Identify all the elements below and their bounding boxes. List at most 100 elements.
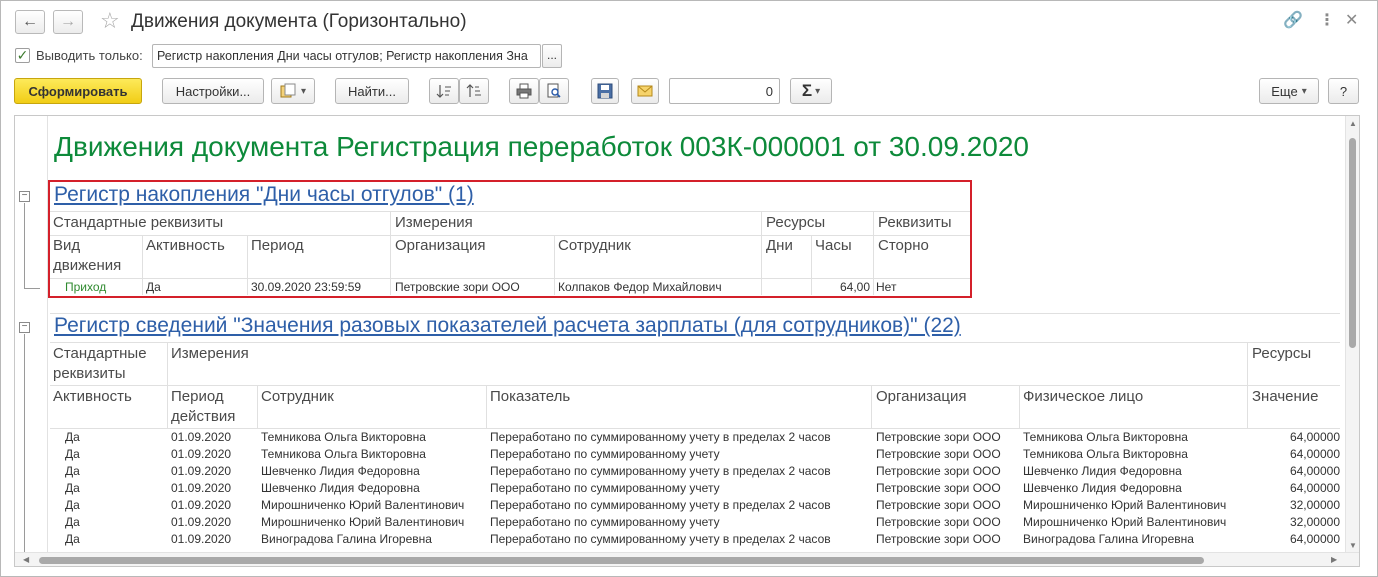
sort-ascending-icon xyxy=(436,85,451,98)
collapse-section-2-icon[interactable]: − xyxy=(19,322,30,333)
column-header: Значение xyxy=(1252,388,1319,405)
horizontal-scrollbar[interactable]: ◀ ▶ xyxy=(15,552,1359,566)
grid-line xyxy=(873,235,874,295)
grid-line xyxy=(50,211,970,212)
sum-field[interactable]: 0 xyxy=(669,78,780,104)
table-cell: Мирошниченко Юрий Валентинович xyxy=(261,498,465,512)
print-button[interactable] xyxy=(509,78,539,104)
chevron-down-icon: ▾ xyxy=(1301,85,1307,97)
column-header: Вид xyxy=(53,237,81,254)
table-cell: 64,00000 xyxy=(1289,447,1340,461)
help-button[interactable]: ? xyxy=(1328,78,1359,104)
column-header: действия xyxy=(171,408,236,425)
floppy-disk-icon xyxy=(597,83,613,99)
table-cell: 01.09.2020 xyxy=(171,498,232,512)
sigma-icon: Σ xyxy=(801,81,813,100)
table-cell: Приход xyxy=(65,280,107,294)
table-cell: Петровские зори ООО xyxy=(876,498,1001,512)
vertical-scrollbar[interactable]: ▲ ▼ xyxy=(1345,116,1359,566)
chevron-down-icon: ▾ xyxy=(300,85,307,97)
table-cell: Петровские зори ООО xyxy=(876,515,1001,529)
report-sheet[interactable]: − − Движения документа Регистрация перер… xyxy=(14,115,1360,567)
table-cell: Петровские зори ООО xyxy=(395,280,520,294)
collapse-section-1-icon[interactable]: − xyxy=(19,191,30,202)
table-cell: Мирошниченко Юрий Валентинович xyxy=(1023,515,1227,529)
table-cell: Петровские зори ООО xyxy=(876,481,1001,495)
section-1-title[interactable]: Регистр накопления "Дни часы отгулов" (1… xyxy=(54,183,474,207)
link-icon[interactable]: 🔗 xyxy=(1283,11,1303,31)
table-cell: Шевченко Лидия Федоровна xyxy=(261,464,420,478)
column-header: Организация xyxy=(876,388,967,405)
star-icon[interactable]: ☆ xyxy=(100,9,120,33)
grid-line xyxy=(761,211,762,235)
horizontal-scroll-thumb[interactable] xyxy=(39,557,1204,564)
arrow-right-icon: → xyxy=(60,13,76,30)
table-cell: 01.09.2020 xyxy=(171,481,232,495)
table-cell: Переработано по суммированному учету xyxy=(490,515,720,529)
scroll-down-icon[interactable]: ▼ xyxy=(1349,541,1357,550)
grid-line xyxy=(390,211,391,235)
scroll-left-icon[interactable]: ◀ xyxy=(23,555,29,564)
table-cell: Да xyxy=(65,498,80,512)
sort-descending-icon xyxy=(466,84,481,97)
sum-dropdown-button[interactable]: Σ ▾ xyxy=(790,78,832,104)
vertical-scroll-thumb[interactable] xyxy=(1349,138,1356,348)
table-cell: Мирошниченко Юрий Валентинович xyxy=(1023,498,1227,512)
table-cell: Петровские зори ООО xyxy=(876,447,1001,461)
table-cell: 64,00000 xyxy=(1289,430,1340,444)
table-cell: Да xyxy=(65,515,80,529)
more-button[interactable]: Еще ▾ xyxy=(1259,78,1319,104)
envelope-icon xyxy=(637,85,653,97)
variant-dropdown-button[interactable]: ▾ xyxy=(271,78,315,104)
find-button[interactable]: Найти... xyxy=(335,78,409,104)
window-title: Движения документа (Горизонтально) xyxy=(131,11,467,32)
generate-button[interactable]: Сформировать xyxy=(14,78,142,104)
grid-line xyxy=(873,211,874,235)
group-line-end xyxy=(24,288,40,289)
column-header: Сотрудник xyxy=(558,237,631,254)
column-header: Организация xyxy=(395,237,486,254)
print-preview-icon xyxy=(547,83,561,98)
more-button-label: Еще xyxy=(1271,83,1298,99)
table-cell: Да xyxy=(146,280,161,294)
grid-line xyxy=(554,235,555,295)
select-registers-button[interactable]: ... xyxy=(542,44,562,68)
forward-button[interactable]: → xyxy=(53,10,83,34)
scroll-up-icon[interactable]: ▲ xyxy=(1349,119,1357,128)
table-cell: Петровские зори ООО xyxy=(876,464,1001,478)
send-email-button[interactable] xyxy=(631,78,659,104)
table-cell: 01.09.2020 xyxy=(171,515,232,529)
settings-button[interactable]: Настройки... xyxy=(162,78,264,104)
table-cell: Темникова Ольга Викторовна xyxy=(261,447,426,461)
table-cell: Шевченко Лидия Федоровна xyxy=(261,481,420,495)
table-cell: 01.09.2020 xyxy=(171,430,232,444)
more-icon[interactable]: ⋮ xyxy=(1319,11,1335,31)
printer-icon xyxy=(516,83,532,99)
grid-line xyxy=(50,342,1340,343)
table-cell: Мирошниченко Юрий Валентинович xyxy=(261,515,465,529)
close-icon[interactable]: ✕ xyxy=(1345,11,1358,31)
table-cell: Переработано по суммированному учету в п… xyxy=(490,464,831,478)
column-header: Активность xyxy=(146,237,225,254)
column-header: Период xyxy=(171,388,224,405)
table-cell: Переработано по суммированному учету xyxy=(490,481,720,495)
output-only-checkbox[interactable]: ✓ xyxy=(15,48,30,63)
group-header: Реквизиты xyxy=(878,214,952,231)
table-cell: 01.09.2020 xyxy=(171,464,232,478)
group-header: реквизиты xyxy=(53,365,126,382)
sort-descending-button[interactable] xyxy=(459,78,489,104)
back-button[interactable]: ← xyxy=(15,10,45,34)
table-cell: 64,00000 xyxy=(1289,464,1340,478)
print-preview-button[interactable] xyxy=(539,78,569,104)
output-only-field[interactable]: Регистр накопления Дни часы отгулов; Рег… xyxy=(152,44,541,68)
table-cell: 32,00000 xyxy=(1289,498,1340,512)
grid-line xyxy=(811,235,812,295)
chevron-down-icon: ▾ xyxy=(815,85,821,97)
grid-line xyxy=(1247,342,1248,385)
scroll-right-icon[interactable]: ▶ xyxy=(1331,555,1337,564)
grouping-gutter: − − xyxy=(15,116,48,566)
sort-ascending-button[interactable] xyxy=(429,78,459,104)
section-2-title[interactable]: Регистр сведений "Значения разовых показ… xyxy=(54,314,961,338)
save-button[interactable] xyxy=(591,78,619,104)
grid-line xyxy=(761,235,762,295)
